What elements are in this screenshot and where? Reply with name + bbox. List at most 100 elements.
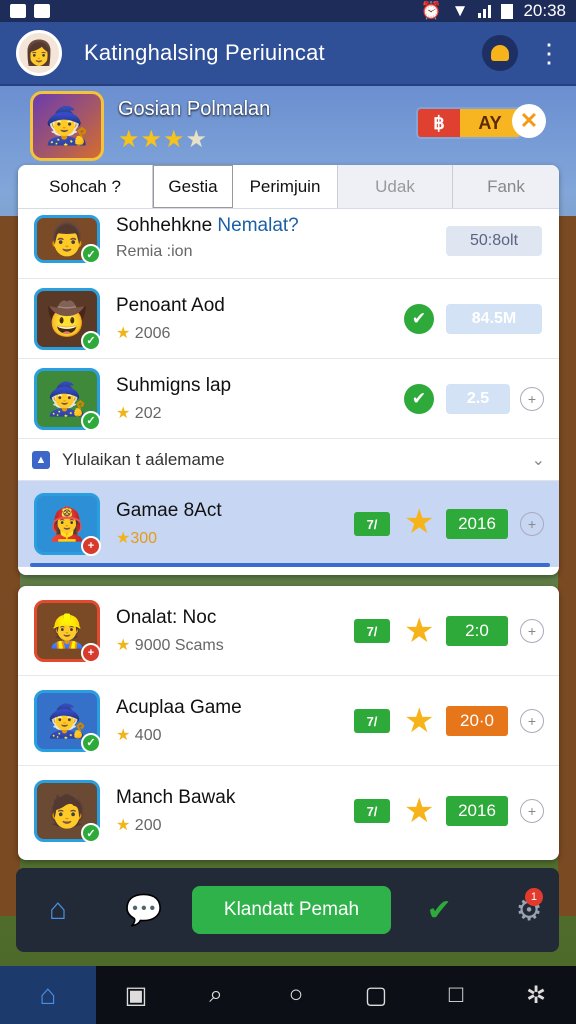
- tab-gestia[interactable]: Gestia: [153, 165, 233, 208]
- list-item[interactable]: 🤠 ✓ Penoant Aod ★ 2006 ✔ 84.5M: [18, 279, 559, 359]
- apps-icon[interactable]: ▣: [96, 981, 176, 1010]
- back-square-icon[interactable]: □: [416, 981, 496, 1009]
- size-pill[interactable]: 50:8olt: [446, 226, 542, 256]
- add-icon[interactable]: +: [520, 619, 544, 643]
- check-icon: ✓: [81, 823, 101, 843]
- selection-indicator: [30, 563, 550, 567]
- home-icon[interactable]: ⌂: [28, 880, 88, 940]
- game-subtitle: Remia :ion: [116, 243, 193, 260]
- tab-fank[interactable]: Fank: [453, 165, 559, 208]
- settings-icon[interactable]: ✲: [496, 981, 576, 1010]
- game-rating: ★ 2006: [116, 324, 171, 342]
- notification-icon: [10, 4, 26, 18]
- version-badge: 7/: [354, 512, 390, 536]
- list-item-selected[interactable]: 👩‍🚒 + Gamae 8Act ★300 7/ ★ 2016 +: [18, 481, 559, 567]
- tab-perimjuin[interactable]: Perimjuin: [233, 165, 338, 208]
- status-bar: ⏰ ▼ 20:38: [0, 0, 576, 22]
- search-icon[interactable]: ⌕: [176, 981, 256, 1009]
- game-name: Manch Bawak: [116, 787, 236, 808]
- game-name: Penoant Aod: [116, 294, 225, 316]
- check-icon: ✓: [81, 410, 101, 431]
- size-pill[interactable]: 2.5: [446, 384, 510, 414]
- add-icon[interactable]: +: [520, 799, 544, 823]
- app-title: Katinghalsing Periuincat: [84, 40, 325, 65]
- alarm-icon: ⏰: [420, 1, 442, 20]
- game-thumbnail: 🧑 ✓: [34, 780, 101, 843]
- system-home-icon[interactable]: ⌂: [0, 966, 96, 1024]
- game-thumbnail: 👩‍🚒 +: [34, 493, 101, 556]
- star-icon: ★: [116, 817, 131, 834]
- check-icon: ✓: [81, 732, 101, 753]
- game-thumbnail: 🧙 ✓: [34, 367, 101, 431]
- featured-action-button[interactable]: ฿ AY: [416, 107, 522, 139]
- recents-icon[interactable]: ▢: [336, 981, 416, 1010]
- notification-icon: [34, 4, 50, 18]
- badge-icon: +: [81, 536, 101, 556]
- game-name: Onalat: Noc: [116, 606, 217, 628]
- settings-gear-icon[interactable]: ⚙ 1: [499, 880, 559, 940]
- notification-count: 1: [524, 888, 543, 906]
- list-item[interactable]: 👨 ✓ Sohhehkne Nemalat? Remia :ion 50:8ol…: [18, 209, 559, 279]
- system-nav-bar: ⌂ ▣ ⌕ ○ ▢ □ ✲: [0, 966, 576, 1024]
- chat-icon[interactable]: 💬: [114, 880, 174, 940]
- chevron-down-icon[interactable]: ⌄: [532, 450, 545, 470]
- section-icon: ▲: [32, 450, 50, 469]
- bottom-nav: ⌂ 💬 Klandatt Pemah ✔ ⚙ 1: [16, 868, 559, 952]
- score-badge[interactable]: 20·0: [446, 706, 508, 736]
- installed-check-icon[interactable]: ✔: [404, 384, 434, 414]
- score-badge[interactable]: 2016: [446, 796, 508, 826]
- favorite-star-icon[interactable]: ★: [404, 794, 434, 828]
- size-pill[interactable]: 84.5M: [446, 304, 542, 334]
- game-list-panel-2: 👷 + Onalat: Noc ★ 9000 Scams 7/ ★ 2:0 + …: [18, 586, 559, 860]
- game-rating: ★300: [116, 530, 158, 547]
- more-menu-icon[interactable]: ⋮: [536, 40, 562, 66]
- list-item[interactable]: 🧙 ✓ Acuplaa Game ★ 400 7/ ★ 20·0 +: [18, 676, 559, 766]
- section-label: Ylulaikan t aálemame: [62, 449, 225, 469]
- tab-udak[interactable]: Udak: [338, 165, 453, 208]
- close-icon[interactable]: ✕: [512, 104, 546, 138]
- favorite-star-icon[interactable]: ★: [404, 614, 434, 648]
- badge-icon: +: [81, 642, 101, 663]
- app-header: 👩 Katinghalsing Periuincat ⋮: [0, 22, 576, 86]
- wifi-icon: ▼: [451, 1, 469, 20]
- section-header[interactable]: ▲ Ylulaikan t aálemame ⌄: [18, 439, 559, 481]
- featured-rating-stars: ★★★★: [118, 126, 209, 153]
- featured-game-thumbnail[interactable]: 🧙: [30, 91, 104, 161]
- installed-check-icon[interactable]: ✔: [404, 304, 434, 334]
- favorite-star-icon[interactable]: ★: [404, 505, 434, 539]
- score-badge[interactable]: 2016: [446, 509, 508, 539]
- currency-icon: ฿: [418, 109, 460, 137]
- list-item[interactable]: 🧑 ✓ Manch Bawak ★ 200 7/ ★ 2016 +: [18, 766, 559, 856]
- star-icon: ★: [116, 636, 131, 654]
- check-badge-icon[interactable]: ✔: [409, 880, 469, 940]
- notification-bell-icon[interactable]: [482, 35, 518, 71]
- favorite-star-icon[interactable]: ★: [404, 704, 434, 738]
- list-item[interactable]: 👷 + Onalat: Noc ★ 9000 Scams 7/ ★ 2:0 +: [18, 586, 559, 676]
- star-icon: ★: [116, 726, 131, 744]
- featured-game-title: Gosian Polmalan: [118, 98, 271, 120]
- star-icon: ★: [116, 530, 131, 547]
- tab-bar: Sohcah ? Gestia Perimjuin Udak Fank: [18, 165, 559, 209]
- version-badge: 7/: [354, 799, 390, 823]
- game-list-panel: Sohcah ? Gestia Perimjuin Udak Fank 👨 ✓ …: [18, 165, 559, 575]
- tab-search[interactable]: Sohcah ?: [18, 165, 153, 208]
- game-rating: ★ 400: [116, 726, 162, 744]
- home-circle-icon[interactable]: ○: [256, 981, 336, 1009]
- game-name: Suhmigns lap: [116, 374, 232, 396]
- featured-game[interactable]: 🧙 Gosian Polmalan ★★★★ ฿ AY ✕: [30, 86, 550, 166]
- star-icon: ★: [116, 324, 131, 342]
- add-icon[interactable]: +: [520, 512, 544, 536]
- wood-post: [558, 216, 576, 916]
- primary-action-button[interactable]: Klandatt Pemah: [191, 886, 392, 934]
- check-icon: ✓: [81, 244, 101, 264]
- game-rating: ★ 200: [116, 817, 162, 834]
- featured-action-label: AY: [460, 109, 520, 137]
- version-badge: 7/: [354, 709, 390, 733]
- version-badge: 7/: [354, 619, 390, 643]
- add-icon[interactable]: +: [520, 709, 544, 733]
- clock: 20:38: [523, 1, 566, 20]
- add-icon[interactable]: +: [520, 387, 544, 411]
- score-badge[interactable]: 2:0: [446, 616, 508, 646]
- avatar[interactable]: 👩: [16, 30, 62, 76]
- list-item[interactable]: 🧙 ✓ Suhmigns lap ★ 202 ✔ 2.5 +: [18, 359, 559, 439]
